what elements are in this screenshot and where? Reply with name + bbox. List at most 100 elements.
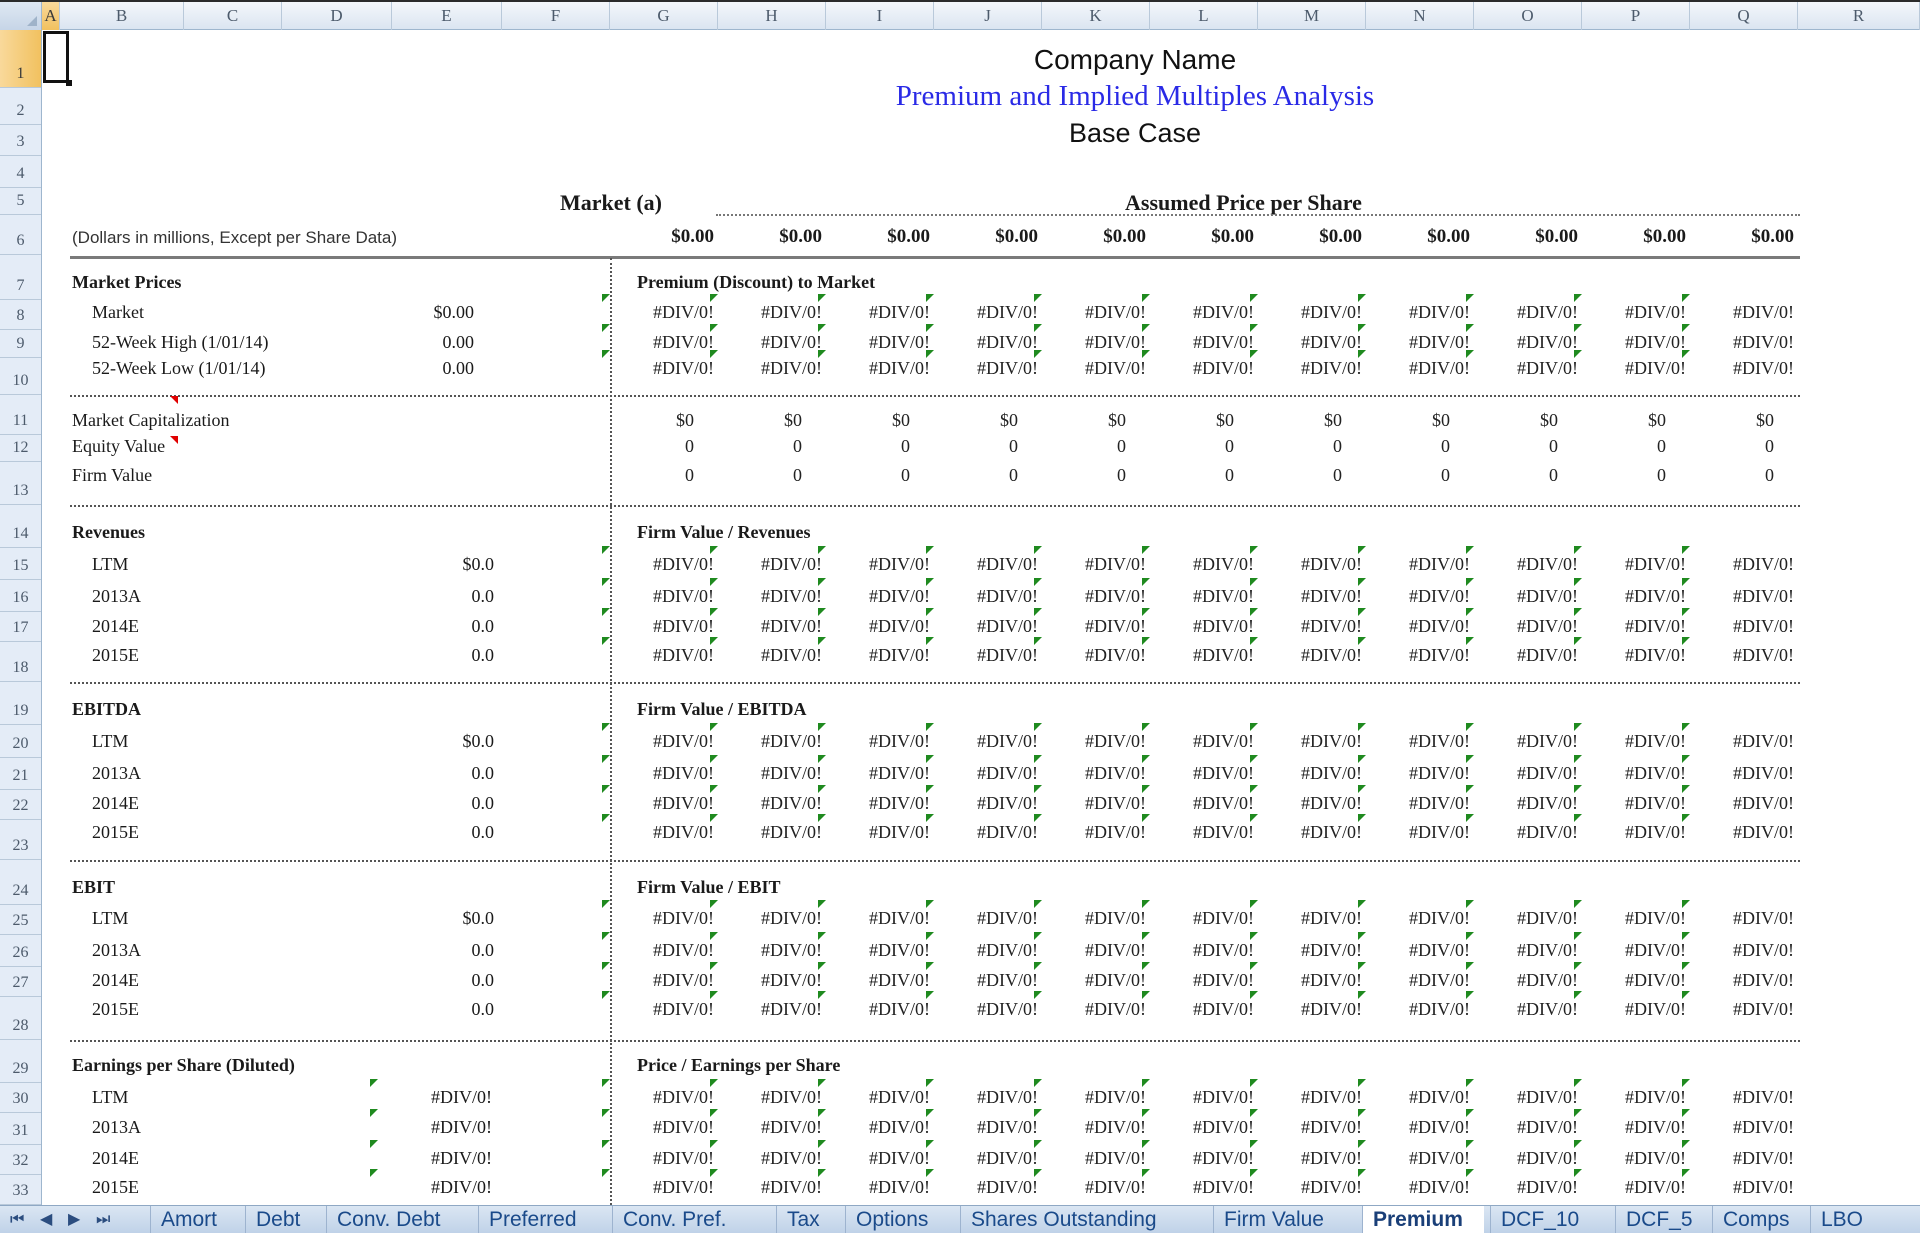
valuation-cell[interactable]: 0 — [1242, 436, 1342, 457]
multiple-cell[interactable]: #DIV/0! — [1034, 1079, 1146, 1108]
premium-cell[interactable]: #DIV/0! — [710, 350, 822, 379]
row-value[interactable]: 0.0 — [384, 645, 495, 666]
premium-cell[interactable]: #DIV/0! — [1358, 350, 1470, 379]
multiple-cell[interactable]: #DIV/0! — [710, 578, 822, 607]
premium-cell[interactable]: #DIV/0! — [1574, 324, 1686, 353]
row-header-26[interactable]: 26 — [0, 935, 41, 967]
row-value[interactable]: $0.0 — [384, 908, 495, 929]
sheet-tab-comps[interactable]: Comps — [1712, 1206, 1802, 1233]
valuation-cell[interactable]: $0 — [918, 410, 1018, 431]
multiple-cell[interactable]: #DIV/0! — [1034, 755, 1146, 784]
multiple-cell[interactable]: #DIV/0! — [1682, 755, 1794, 784]
valuation-cell[interactable]: $0 — [1674, 410, 1774, 431]
multiple-cell[interactable]: #DIV/0! — [1682, 578, 1794, 607]
premium-cell[interactable]: #DIV/0! — [926, 350, 1038, 379]
premium-cell[interactable]: #DIV/0! — [1250, 294, 1362, 323]
row-value[interactable]: 0.0 — [384, 822, 495, 843]
multiple-cell[interactable]: #DIV/0! — [1358, 608, 1470, 637]
multiple-cell[interactable]: #DIV/0! — [602, 723, 714, 752]
multiple-cell[interactable]: #DIV/0! — [1466, 785, 1578, 814]
valuation-cell[interactable]: $0 — [1134, 410, 1234, 431]
multiple-cell[interactable]: #DIV/0! — [1250, 785, 1362, 814]
multiple-cell[interactable]: #DIV/0! — [1250, 1169, 1362, 1198]
premium-cell[interactable]: #DIV/0! — [1034, 294, 1146, 323]
multiple-cell[interactable]: #DIV/0! — [1250, 637, 1362, 666]
valuation-cell[interactable]: 0 — [1674, 436, 1774, 457]
premium-cell[interactable]: #DIV/0! — [926, 324, 1038, 353]
comment-indicator[interactable] — [170, 436, 178, 444]
row-value[interactable]: 0.0 — [384, 793, 495, 814]
premium-cell[interactable]: #DIV/0! — [1358, 294, 1470, 323]
premium-cell[interactable]: #DIV/0! — [602, 350, 714, 379]
multiple-cell[interactable]: #DIV/0! — [602, 1079, 714, 1108]
multiple-cell[interactable]: #DIV/0! — [1574, 1109, 1686, 1138]
multiple-cell[interactable]: #DIV/0! — [1034, 814, 1146, 843]
multiple-cell[interactable]: #DIV/0! — [1358, 1109, 1470, 1138]
multiple-cell[interactable]: #DIV/0! — [1358, 1169, 1470, 1198]
multiple-cell[interactable]: #DIV/0! — [1574, 608, 1686, 637]
multiple-cell[interactable]: #DIV/0! — [1034, 723, 1146, 752]
row-header-24[interactable]: 24 — [0, 860, 41, 905]
multiple-cell[interactable]: #DIV/0! — [1250, 932, 1362, 961]
premium-cell[interactable]: #DIV/0! — [1466, 324, 1578, 353]
row-value[interactable]: #DIV/0! — [370, 1079, 492, 1108]
row-header-17[interactable]: 17 — [0, 612, 41, 642]
valuation-cell[interactable]: 0 — [1026, 436, 1126, 457]
valuation-cell[interactable]: 0 — [918, 436, 1018, 457]
row-header-6[interactable]: 6 — [0, 215, 41, 255]
multiple-cell[interactable]: #DIV/0! — [1682, 814, 1794, 843]
row-header-9[interactable]: 9 — [0, 330, 41, 358]
multiple-cell[interactable]: #DIV/0! — [602, 1109, 714, 1138]
multiple-cell[interactable]: #DIV/0! — [1142, 1169, 1254, 1198]
multiple-cell[interactable]: #DIV/0! — [1358, 637, 1470, 666]
multiple-cell[interactable]: #DIV/0! — [710, 1140, 822, 1169]
multiple-cell[interactable]: #DIV/0! — [710, 962, 822, 991]
multiple-cell[interactable]: #DIV/0! — [1682, 1140, 1794, 1169]
multiple-cell[interactable]: #DIV/0! — [1466, 932, 1578, 961]
multiple-cell[interactable]: #DIV/0! — [710, 932, 822, 961]
multiple-cell[interactable]: #DIV/0! — [602, 608, 714, 637]
valuation-cell[interactable]: $0 — [1026, 410, 1126, 431]
multiple-cell[interactable]: #DIV/0! — [926, 755, 1038, 784]
multiple-cell[interactable]: #DIV/0! — [1358, 814, 1470, 843]
multiple-cell[interactable]: #DIV/0! — [602, 785, 714, 814]
multiple-cell[interactable]: #DIV/0! — [710, 991, 822, 1020]
multiple-cell[interactable]: #DIV/0! — [1574, 1079, 1686, 1108]
multiple-cell[interactable]: #DIV/0! — [710, 637, 822, 666]
multiple-cell[interactable]: #DIV/0! — [602, 637, 714, 666]
multiple-cell[interactable]: #DIV/0! — [602, 814, 714, 843]
multiple-cell[interactable]: #DIV/0! — [1466, 608, 1578, 637]
sheet-tab-options[interactable]: Options — [845, 1206, 950, 1233]
valuation-cell[interactable]: 0 — [1350, 465, 1450, 486]
column-header-q[interactable]: Q — [1690, 2, 1798, 30]
valuation-cell[interactable]: 0 — [1242, 465, 1342, 486]
multiple-cell[interactable]: #DIV/0! — [1466, 1109, 1578, 1138]
premium-cell[interactable]: #DIV/0! — [602, 324, 714, 353]
row-header-3[interactable]: 3 — [0, 125, 41, 156]
multiple-cell[interactable]: #DIV/0! — [1034, 991, 1146, 1020]
multiple-cell[interactable]: #DIV/0! — [1034, 546, 1146, 575]
row-header-2[interactable]: 2 — [0, 88, 41, 125]
row-value[interactable]: 0.0 — [384, 940, 495, 961]
multiple-cell[interactable]: #DIV/0! — [1466, 723, 1578, 752]
multiple-cell[interactable]: #DIV/0! — [1250, 1079, 1362, 1108]
valuation-cell[interactable]: 0 — [810, 436, 910, 457]
multiple-cell[interactable]: #DIV/0! — [926, 1079, 1038, 1108]
premium-cell[interactable]: #DIV/0! — [1682, 324, 1794, 353]
valuation-cell[interactable]: 0 — [702, 436, 802, 457]
multiple-cell[interactable]: #DIV/0! — [1682, 546, 1794, 575]
row-header-13[interactable]: 13 — [0, 462, 41, 505]
valuation-cell[interactable]: 0 — [1458, 465, 1558, 486]
multiple-cell[interactable]: #DIV/0! — [926, 1109, 1038, 1138]
multiple-cell[interactable]: #DIV/0! — [1034, 900, 1146, 929]
premium-cell[interactable]: #DIV/0! — [818, 294, 930, 323]
multiple-cell[interactable]: #DIV/0! — [602, 962, 714, 991]
active-cell-a1[interactable] — [43, 31, 72, 86]
multiple-cell[interactable]: #DIV/0! — [926, 637, 1038, 666]
multiple-cell[interactable]: #DIV/0! — [1682, 785, 1794, 814]
premium-cell[interactable]: #DIV/0! — [818, 324, 930, 353]
row-value[interactable]: #DIV/0! — [370, 1109, 492, 1138]
multiple-cell[interactable]: #DIV/0! — [1466, 637, 1578, 666]
multiple-cell[interactable]: #DIV/0! — [926, 900, 1038, 929]
multiple-cell[interactable]: #DIV/0! — [926, 608, 1038, 637]
